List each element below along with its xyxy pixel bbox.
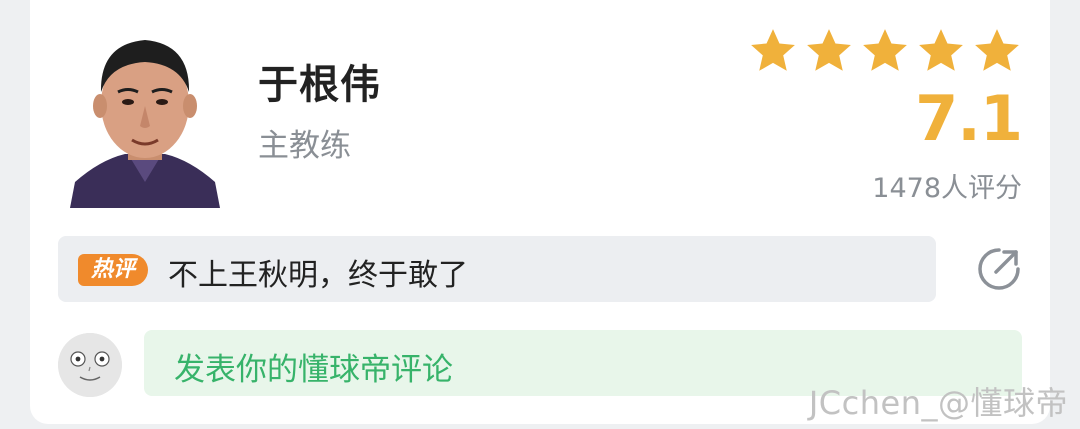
rating-stars <box>748 26 1022 76</box>
rater-count: 1478人评分 <box>872 173 1022 204</box>
coach-name: 于根伟 <box>258 62 381 108</box>
hot-comment-badge: 热评 <box>78 254 148 286</box>
star-icon <box>975 29 1019 71</box>
hot-comment[interactable]: 热评 不上王秋明，终于敢了 <box>58 236 936 302</box>
coach-role: 主教练 <box>258 128 351 164</box>
user-avatar[interactable] <box>58 333 122 397</box>
star-icon <box>807 29 851 71</box>
rating-score: 7.1 <box>915 82 1023 155</box>
star-icon <box>863 29 907 71</box>
share-icon[interactable] <box>974 244 1024 294</box>
coach-avatar[interactable] <box>70 22 220 208</box>
star-icon <box>919 29 963 71</box>
hot-comment-text: 不上王秋明，终于敢了 <box>168 258 468 293</box>
star-icon <box>751 29 795 71</box>
comment-placeholder: 发表你的懂球帝评论 <box>174 352 453 388</box>
watermark: JCchen_@懂球帝 <box>808 384 1068 422</box>
coach-rating-card: 于根伟 主教练 7.1 1478人评分 热评 不上王秋明，终于敢了 发表你的懂球… <box>30 0 1050 424</box>
